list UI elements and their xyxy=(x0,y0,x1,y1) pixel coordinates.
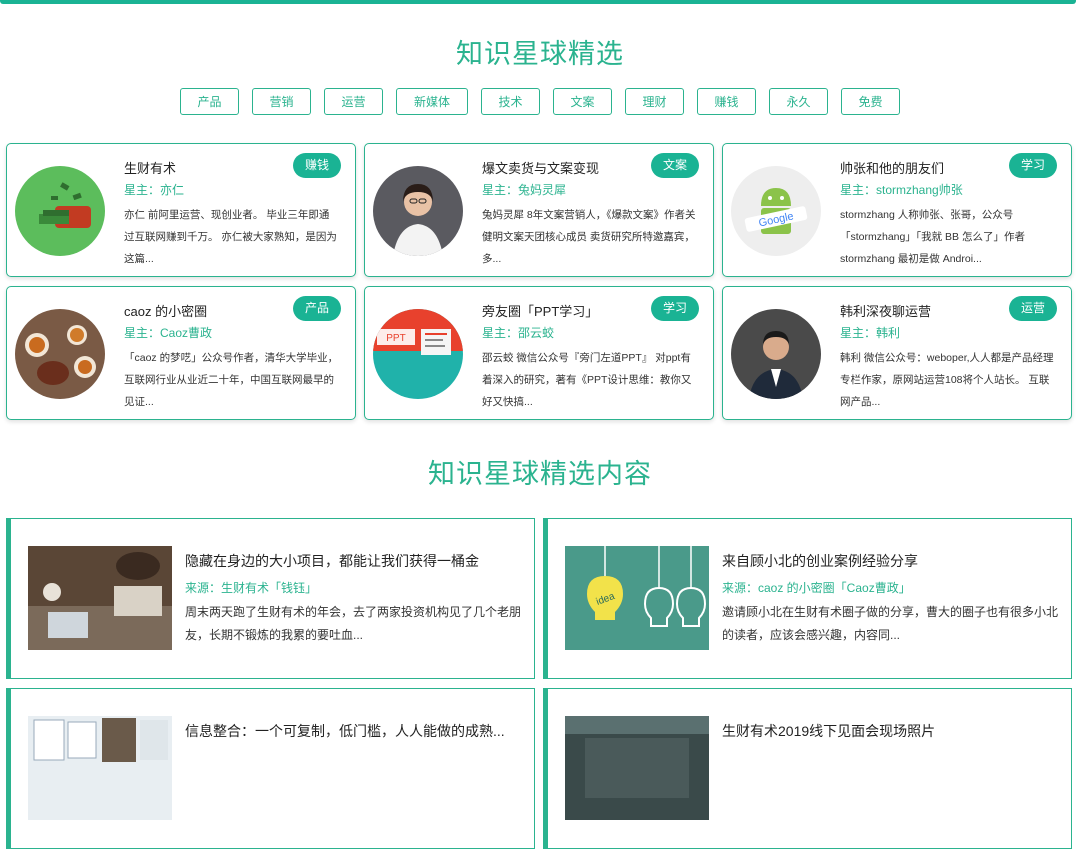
filter-tag[interactable]: 永久 xyxy=(769,88,828,115)
filter-tag[interactable]: 新媒体 xyxy=(396,88,468,115)
post-source[interactable]: 来源：生财有术「钱钰」 xyxy=(185,579,317,596)
filter-tag[interactable]: 理财 xyxy=(625,88,684,115)
page-title: 知识星球精选 xyxy=(456,39,624,69)
planet-desc: 韩利 微信公众号：weboper,人人都是产品经理专栏作家，原网站运营108将个… xyxy=(840,352,1054,408)
planet-owner: 星主：兔妈灵犀 xyxy=(482,183,567,197)
category-badge: 赚钱 xyxy=(292,153,341,178)
filter-tag[interactable]: 赚钱 xyxy=(697,88,756,115)
post-thumbnail xyxy=(28,716,172,820)
man-avatar xyxy=(731,309,821,399)
post-title[interactable]: 信息整合：一个可复制，低门槛，人人能做的成熟... xyxy=(185,721,505,741)
planet-owner: 星主：Caoz曹政 xyxy=(124,326,213,340)
filter-tags: 产品 营销 运营 新媒体 技术 文案 理财 赚钱 永久 免费 xyxy=(0,88,1080,115)
category-badge: 学习 xyxy=(1008,153,1057,178)
content-section-title: 知识星球精选内容 xyxy=(428,459,652,489)
planet-desc: 亦仁 前阿里运营、现创业者。 毕业三年即通过互联网赚到千万。 亦仁被大家熟知，是… xyxy=(124,209,337,265)
planet-owner: 星主：韩利 xyxy=(840,326,901,340)
post-desc: 周末两天跑了生财有术的年会，去了两家投资机构见了几个老朋友，长期不锻炼的我累的要… xyxy=(185,605,522,642)
svg-text:PPT: PPT xyxy=(386,333,405,344)
post-card[interactable]: 生财有术2019线下见面会现场照片 xyxy=(543,688,1072,849)
post-card[interactable]: 信息整合：一个可复制，低门槛，人人能做的成熟... xyxy=(6,688,535,849)
ppt-book-icon: PPT xyxy=(373,309,463,399)
planet-title[interactable]: 帅张和他的朋友们 xyxy=(840,158,944,177)
lightbulb-idea-icon: idea xyxy=(565,546,709,650)
planet-title[interactable]: 生财有术 xyxy=(124,158,176,177)
category-badge: 运营 xyxy=(1008,296,1057,321)
planet-card[interactable]: 爆文卖货与文案变现 星主：兔妈灵犀 兔妈灵犀 8年文案营销人，《爆款文案》作者关… xyxy=(364,143,714,277)
planet-title[interactable]: caoz 的小密圈 xyxy=(124,301,207,320)
category-badge: 产品 xyxy=(292,296,341,321)
post-title[interactable]: 来自顾小北的创业案例经验分享 xyxy=(722,551,918,571)
filter-tag[interactable]: 运营 xyxy=(324,88,383,115)
filter-tag[interactable]: 免费 xyxy=(841,88,900,115)
planet-title[interactable]: 韩利深夜聊运营 xyxy=(840,301,931,320)
filter-tag[interactable]: 产品 xyxy=(180,88,239,115)
top-accent-bar xyxy=(0,0,1076,4)
filter-tag[interactable]: 营销 xyxy=(252,88,311,115)
planet-owner: 星主：stormzhang帅张 xyxy=(840,183,963,197)
post-title[interactable]: 隐藏在身边的大小项目，都能让我们获得一桶金 xyxy=(185,551,479,571)
post-thumbnail xyxy=(565,716,709,820)
post-card[interactable]: idea 来自顾小北的创业案例经验分享 来源：caoz 的小密圈「Caoz曹政」… xyxy=(543,518,1072,679)
planet-card[interactable]: caoz 的小密圈 星主：Caoz曹政 「caoz 的梦呓」公众号作者，清华大学… xyxy=(6,286,356,420)
planet-title[interactable]: 旁友圈「PPT学习」 xyxy=(482,301,598,320)
android-google-icon: Google xyxy=(731,166,821,256)
post-card[interactable]: 隐藏在身边的大小项目，都能让我们获得一桶金 来源：生财有术「钱钰」 周末两天跑了… xyxy=(6,518,535,679)
planet-title[interactable]: 爆文卖货与文案变现 xyxy=(482,158,599,177)
post-thumbnail xyxy=(28,546,172,650)
planet-card[interactable]: 生财有术 星主：亦仁 亦仁 前阿里运营、现创业者。 毕业三年即通过互联网赚到千万… xyxy=(6,143,356,277)
planet-desc: 邵云蛟 微信公众号『旁门左道PPT』 对ppt有着深入的研究，著有《PPT设计思… xyxy=(482,352,692,408)
post-desc: 邀请顾小北在生财有术圈子做的分享，曹大的圈子也有很多小北的读者，应该会感兴趣，内… xyxy=(722,605,1059,642)
planet-card[interactable]: Google 帅张和他的朋友们 星主：stormzhang帅张 stormzha… xyxy=(722,143,1072,277)
tea-set-icon xyxy=(15,309,105,399)
category-badge: 学习 xyxy=(650,296,699,321)
planet-card[interactable]: 韩利深夜聊运营 星主：韩利 韩利 微信公众号：weboper,人人都是产品经理专… xyxy=(722,286,1072,420)
planet-desc: 兔妈灵犀 8年文案营销人，《爆款文案》作者关健明文案天团核心成员 卖货研究所特邀… xyxy=(482,209,696,265)
filter-tag[interactable]: 技术 xyxy=(481,88,540,115)
category-badge: 文案 xyxy=(650,153,699,178)
post-source[interactable]: 来源：caoz 的小密圈「Caoz曹政」 xyxy=(722,579,911,596)
planet-owner: 星主：邵云蛟 xyxy=(482,326,555,340)
planet-owner: 星主：亦仁 xyxy=(124,183,185,197)
planet-card[interactable]: PPT 旁友圈「PPT学习」 星主：邵云蛟 邵云蛟 微信公众号『旁门左道PPT』… xyxy=(364,286,714,420)
planet-desc: 「caoz 的梦呓」公众号作者，清华大学毕业，互联网行业从业近二十年，中国互联网… xyxy=(124,352,339,408)
woman-avatar xyxy=(373,166,463,256)
post-title[interactable]: 生财有术2019线下见面会现场照片 xyxy=(722,721,935,741)
planet-desc: stormzhang 人称帅张、张哥，公众号「stormzhang」「我就 BB… xyxy=(840,209,1025,265)
money-bag-icon xyxy=(15,166,105,256)
filter-tag[interactable]: 文案 xyxy=(553,88,612,115)
